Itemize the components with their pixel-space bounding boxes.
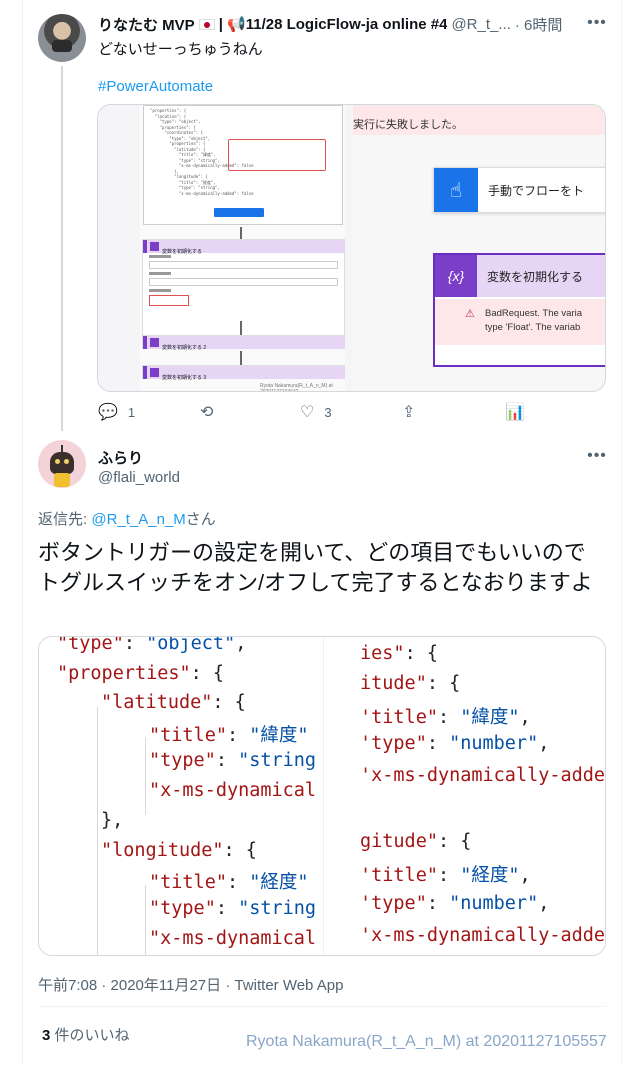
tweet-image[interactable]: "properties": { "location": { "type": "o… [97,104,606,392]
indent-guide [145,737,146,815]
code-line: "latitude": { [101,692,246,713]
indent-guide [145,885,146,955]
divider [38,1006,606,1007]
display-name-suffix[interactable]: | 📢11/28 LogicFlow-ja online #4 [219,15,448,33]
tweet-timestamp[interactable]: 午前7:08 · 2020年11月27日 · Twitter Web App [38,974,343,995]
code-left-panel: "type": "object", "properties": { "latitud… [39,637,323,955]
likes-count[interactable]: 3 件のいいね [42,1024,130,1045]
flow-arrow [240,321,242,335]
display-name[interactable]: りなたむ MVP [98,14,195,34]
flow-editor-screenshot: "properties": { "location": { "type": "o… [140,105,345,392]
hashtag-link[interactable]: #PowerAutomate [98,78,213,95]
flow-arrow [240,227,242,239]
indent-guide [97,707,98,955]
tweet-image[interactable]: "type": "object", "properties": { "latitud… [38,636,606,956]
tweet-text: ボタントリガーの設定を開いて、どの項目でもいいのでトグルスイッチをオン/オフして… [38,540,593,595]
code-line: "x-ms-dynamical [149,780,317,801]
code-line: "type": "object", [57,637,247,654]
reply-mention-link[interactable]: @R_t_A_n_M [91,511,185,528]
reply-action[interactable]: 💬 1 [98,403,135,421]
manual-trigger-card: ☝ 手動でフローをト [433,167,605,213]
share-icon: ⇪ [402,404,416,421]
code-line: gitude": { [360,831,472,852]
code-line: 'title": "緯度", [360,707,531,728]
hand-pointer-icon: ☝ [434,168,478,212]
variable-icon: {x} [435,255,477,297]
initialize-variable-card: {x} 変数を初期化する BadRequest. The varia type … [433,253,605,367]
reply-count: 1 [127,404,136,420]
code-line: "x-ms-dynamical [149,928,317,949]
retweet-icon: ⟲ [200,404,214,421]
flow-card: 変数を初期化する [142,239,345,345]
code-line: 'type": "number", [360,893,550,914]
reply-icon: 💬 [98,404,118,421]
code-line: "title": "経度" [149,872,309,893]
error-banner: 実行に失敗しました。 [353,105,605,135]
user-handle[interactable]: @R_t_... [451,16,510,33]
retweet-action[interactable]: ⟲ [200,403,223,421]
code-line: 'x-ms-dynamically-added [360,925,606,946]
flow-run-screenshot: 実行に失敗しました。 ☝ 手動でフローをト {x} 変数を初期化する BadRe… [353,105,605,391]
error-message: BadRequest. The varia type 'Float'. The … [435,299,605,345]
watermark: Ryota Nakamura(R_t_A_n_M) at 20201127105… [246,1033,607,1050]
like-count: 3 [324,404,332,420]
tweet-header: りなたむ MVP | 📢11/28 LogicFlow-ja online #4… [98,14,608,34]
more-options-icon[interactable]: ••• [587,448,607,470]
warning-icon: ⚠ [465,308,475,320]
share-action[interactable]: ⇪ [402,403,425,421]
image-credit: Ryota Nakamura(R_t_A_n_M) at 20201127104… [260,383,333,392]
done-button [214,208,264,217]
replying-to: 返信先: @R_t_A_n_Mさん [38,511,216,528]
flow-card: 変数を初期化する 2 [142,335,345,351]
user-handle[interactable]: @flali_world [98,469,180,486]
display-name[interactable]: ふらり [98,447,143,468]
code-line: }, [101,810,124,831]
code-right-panel: ies": { itude": { 'title": "緯度", 'type": "n… [323,637,606,955]
more-options-icon[interactable]: ••• [587,15,607,37]
code-line: "properties": { [57,663,225,684]
code-line: ies": { [360,643,438,664]
thread-connector-line [61,66,63,431]
code-line: "type": "string [149,898,317,919]
highlight-box [228,139,326,171]
tweet-text: どないせーっちゅうねん [98,41,263,58]
analytics-icon: 📊 [505,404,525,421]
code-line: "type": "string [149,750,317,771]
tweet-time[interactable]: · 6時間 [515,14,563,34]
flow-arrow [240,351,242,365]
code-line: "longitude": { [101,840,257,861]
user-avatar[interactable] [38,440,86,488]
code-line: "title": "緯度" [149,725,309,746]
code-line: 'x-ms-dynamically-added [360,765,606,786]
code-line: 'title": "経度", [360,865,531,886]
code-line: itude": { [360,673,461,694]
user-avatar[interactable] [38,14,86,62]
heart-icon: ♡ [300,404,315,421]
like-action[interactable]: ♡ 3 [300,403,332,421]
flow-card: 変数を初期化する 3 [142,365,345,381]
code-line: 'type": "number", [360,733,550,754]
analytics-action[interactable]: 📊 [505,403,535,421]
japan-flag-icon [198,18,215,30]
